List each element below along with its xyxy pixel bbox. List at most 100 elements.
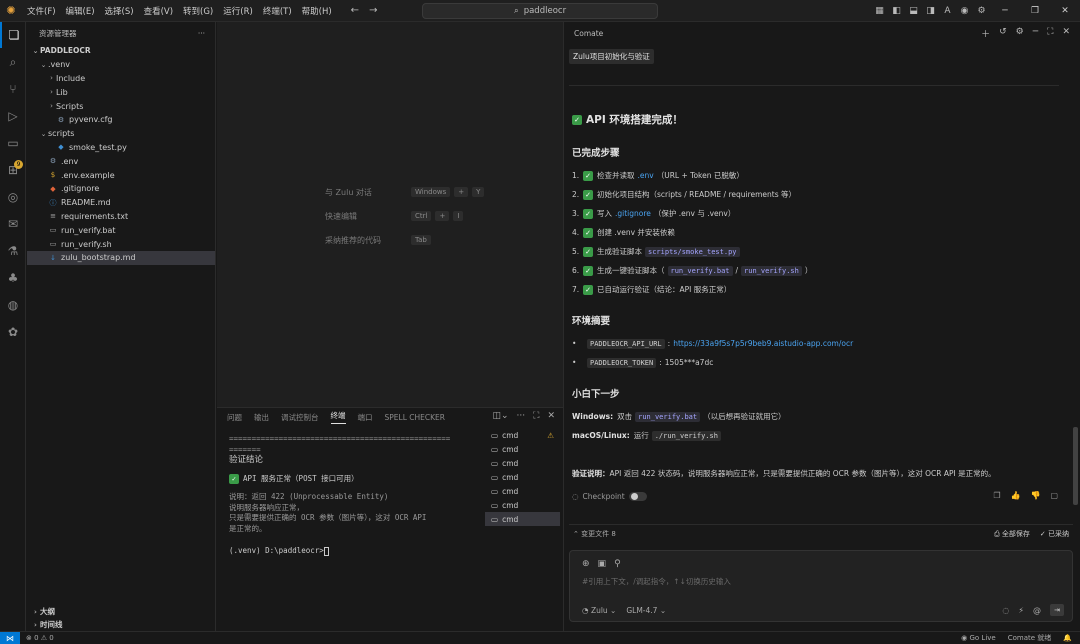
step-link[interactable]: .gitignore bbox=[615, 209, 651, 218]
minimize-icon[interactable]: ─ bbox=[990, 6, 1020, 16]
menu-terminal[interactable]: 终端(T) bbox=[258, 5, 297, 17]
run-debug-icon[interactable]: ▷ bbox=[0, 103, 26, 129]
tree-item[interactable]: › Include bbox=[27, 72, 215, 86]
remote-explorer-icon[interactable]: ▭ bbox=[0, 130, 26, 156]
thumbs-down-icon[interactable]: 👎 bbox=[1030, 491, 1040, 500]
go-live-button[interactable]: ◉ Go Live bbox=[961, 634, 996, 642]
model-selector[interactable]: GLM-4.7 ⌄ bbox=[626, 606, 666, 615]
tree-item[interactable]: ⚙ pyvenv.cfg bbox=[27, 113, 215, 127]
search-icon[interactable]: ⌕ bbox=[0, 49, 26, 75]
mail-icon[interactable]: ✉ bbox=[0, 211, 26, 237]
tree-item[interactable]: ⌄ .venv bbox=[27, 58, 215, 72]
mac-code[interactable]: ./run_verify.sh bbox=[651, 430, 721, 441]
tree-item[interactable]: ⓘ README.md bbox=[27, 196, 215, 210]
comate-icon[interactable]: ✿ bbox=[0, 319, 26, 345]
chat-icon[interactable]: ◍ bbox=[0, 292, 26, 318]
github-icon[interactable]: ◎ bbox=[0, 184, 26, 210]
minimize-chat-icon[interactable]: ─ bbox=[1033, 27, 1038, 40]
env-url-link[interactable]: https://33a9f5s7p5r9beb9.aistudio-app.co… bbox=[673, 339, 853, 348]
terminal-tab[interactable]: ▭ cmd bbox=[485, 442, 560, 456]
more-actions-icon[interactable]: ··· bbox=[517, 411, 526, 421]
tree-item[interactable]: ◆ .gitignore bbox=[27, 182, 215, 196]
terminal-output[interactable]: ========================================… bbox=[229, 434, 491, 557]
tree-item[interactable]: › Lib bbox=[27, 85, 215, 99]
tab-problems[interactable]: 问题 bbox=[227, 412, 242, 423]
menu-selection[interactable]: 选择(S) bbox=[100, 5, 139, 17]
layout-icon[interactable]: ▦ bbox=[871, 6, 888, 16]
tree-item[interactable]: $ .env.example bbox=[27, 168, 215, 182]
new-chat-icon[interactable]: ＋ bbox=[981, 27, 990, 40]
tree-item[interactable]: ≡ requirements.txt bbox=[27, 210, 215, 224]
windows-code[interactable]: run_verify.bat bbox=[635, 411, 701, 422]
outline-section[interactable]: › 大纲 bbox=[27, 605, 216, 618]
tree-item-selected[interactable]: ↓ zulu_bootstrap.md bbox=[27, 250, 215, 265]
terminal-tab[interactable]: ▭ cmd bbox=[485, 456, 560, 470]
tree-root[interactable]: ⌄ PADDLEOCR bbox=[27, 44, 215, 58]
tree-item[interactable]: ▭ run_verify.sh bbox=[27, 237, 215, 251]
toggle-panel-icon[interactable]: ⬓ bbox=[905, 6, 922, 16]
knowledge-icon[interactable]: ⚲ bbox=[614, 559, 621, 569]
chat-settings-icon[interactable]: ⚙ bbox=[1016, 27, 1024, 40]
tab-output[interactable]: 输出 bbox=[254, 412, 269, 423]
tree-item[interactable]: ◆ smoke_test.py bbox=[27, 141, 215, 155]
flask-icon[interactable]: ⚗ bbox=[0, 238, 26, 264]
command-center[interactable]: ⌕ paddleocr bbox=[422, 3, 658, 19]
comate-status[interactable]: Comate 就绪 bbox=[1008, 633, 1052, 643]
tab-ports[interactable]: 端口 bbox=[358, 412, 373, 423]
tree-item[interactable]: › Scripts bbox=[27, 99, 215, 113]
source-control-icon[interactable]: ⑂ bbox=[0, 76, 26, 102]
menu-help[interactable]: 帮助(H) bbox=[297, 5, 337, 17]
copy-icon[interactable]: ❐ bbox=[993, 491, 1000, 500]
terminal-tab-selected[interactable]: ▭ cmd bbox=[485, 512, 560, 526]
step-code[interactable]: run_verify.bat bbox=[667, 265, 733, 276]
settings-gear-icon[interactable]: ⚙ bbox=[973, 6, 990, 16]
chat-scrollbar[interactable] bbox=[1073, 427, 1078, 505]
timeline-section[interactable]: › 时间线 bbox=[27, 618, 216, 631]
toggle-sidebar-icon[interactable]: ◧ bbox=[888, 6, 905, 16]
notifications-bell-icon[interactable]: 🔔 bbox=[1063, 634, 1072, 642]
add-context-icon[interactable]: ⊕ bbox=[582, 559, 590, 569]
agent-selector[interactable]: ◔ Zulu ⌄ bbox=[582, 606, 616, 615]
tree-icon[interactable]: ♣ bbox=[0, 265, 26, 291]
tree-item[interactable]: ⌄ scripts bbox=[27, 127, 215, 141]
terminal-tab[interactable]: ▭ cmd ⚠ bbox=[485, 428, 560, 442]
menu-go[interactable]: 转到(G) bbox=[178, 5, 218, 17]
image-icon[interactable]: ▣ bbox=[598, 559, 607, 569]
account-icon[interactable]: ◉ bbox=[956, 6, 973, 16]
terminal-tab[interactable]: ▭ cmd bbox=[485, 470, 560, 484]
tree-item[interactable]: ▭ run_verify.bat bbox=[27, 223, 215, 237]
thumbs-up-icon[interactable]: 👍 bbox=[1011, 491, 1021, 500]
tree-item[interactable]: ⚙ .env bbox=[27, 154, 215, 168]
remote-indicator-icon[interactable]: ⋈ bbox=[0, 631, 20, 644]
back-arrow-icon[interactable]: ← bbox=[351, 5, 359, 16]
terminal-tab[interactable]: ▭ cmd bbox=[485, 484, 560, 498]
send-button[interactable]: ⇥ bbox=[1050, 604, 1064, 616]
translate-icon[interactable]: A bbox=[939, 6, 956, 16]
tab-terminal[interactable]: 终端 bbox=[330, 410, 346, 424]
maximize-chat-icon[interactable]: ⛶ bbox=[1047, 27, 1053, 40]
close-chat-icon[interactable]: ✕ bbox=[1062, 27, 1070, 40]
comment-icon[interactable]: ▢ bbox=[1050, 491, 1058, 500]
step-code[interactable]: scripts/smoke_test.py bbox=[645, 246, 740, 257]
chat-session-tag[interactable]: Zulu项目初始化与验证 bbox=[569, 49, 654, 64]
mention-icon[interactable]: @ bbox=[1033, 606, 1041, 615]
tab-spell-checker[interactable]: SPELL CHECKER bbox=[385, 413, 445, 422]
close-panel-icon[interactable]: ✕ bbox=[547, 411, 555, 421]
step-link[interactable]: .env bbox=[638, 171, 654, 180]
more-actions-icon[interactable]: ··· bbox=[198, 29, 205, 38]
close-icon[interactable]: ✕ bbox=[1050, 6, 1080, 16]
history-icon[interactable]: ↺ bbox=[999, 27, 1007, 40]
checkpoint-toggle[interactable] bbox=[628, 492, 647, 501]
restore-icon[interactable]: ❐ bbox=[1020, 6, 1050, 16]
menu-view[interactable]: 查看(V) bbox=[139, 5, 178, 17]
tab-debug-console[interactable]: 调试控制台 bbox=[281, 412, 319, 423]
save-all-button[interactable]: ⎙ 全部保存 bbox=[994, 529, 1030, 539]
terminal-tab[interactable]: ▭ cmd bbox=[485, 498, 560, 512]
forward-arrow-icon[interactable]: → bbox=[369, 5, 377, 16]
maximize-panel-icon[interactable]: ⛶ bbox=[533, 411, 539, 421]
problems-indicator[interactable]: ⊗ 0 ⚠ 0 bbox=[26, 634, 54, 642]
accepted-button[interactable]: ✓ 已采纳 bbox=[1040, 529, 1069, 539]
files-icon[interactable]: ❏ bbox=[0, 22, 26, 48]
chat-input-box[interactable]: ⊕ ▣ ⚲ #引用上下文，/调起指令，↑↓切换历史输入 ◔ Zulu ⌄ GLM… bbox=[569, 550, 1073, 622]
auto-approve-icon[interactable]: ⚡ bbox=[1018, 606, 1024, 615]
